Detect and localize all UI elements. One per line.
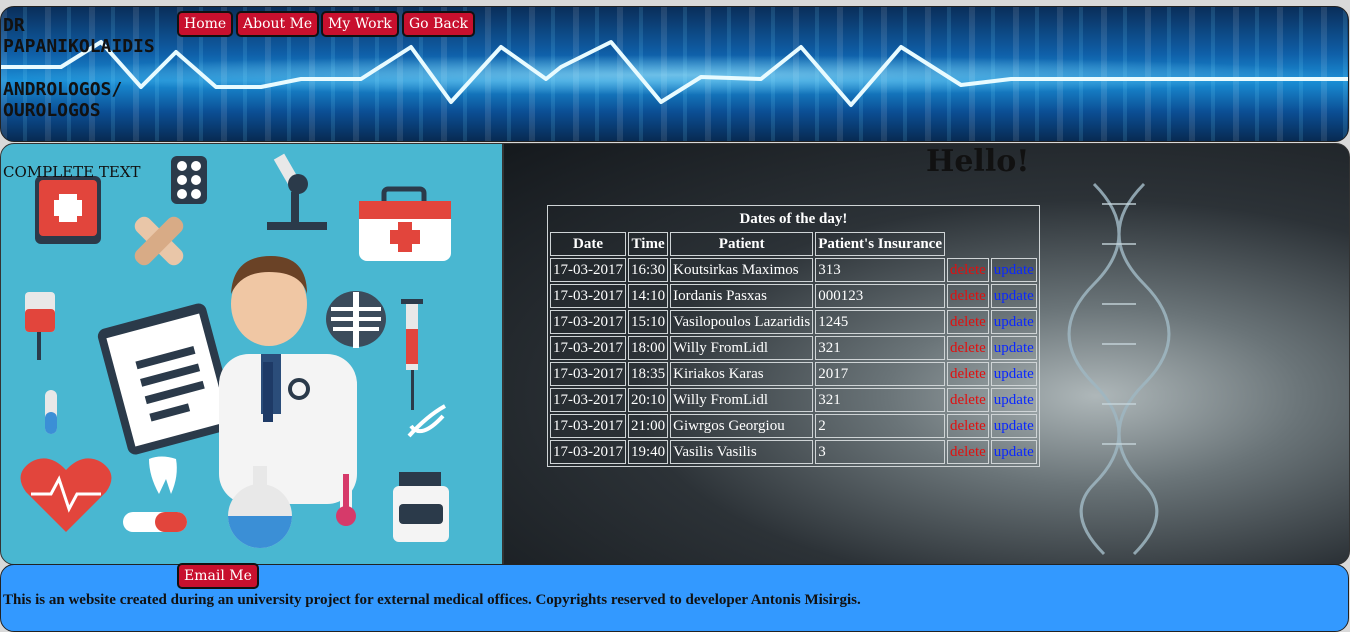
- illustration-caption: COMPLETE TEXT: [3, 163, 141, 181]
- table-row: 17-03-2017 14:10 Iordanis Pasxas 000123 …: [550, 284, 1037, 308]
- appointments-panel: Hello! Dates of the day! Date Time Patie…: [503, 143, 1350, 565]
- table-row: 17-03-2017 15:10 Vasilopoulos Lazaridis …: [550, 310, 1037, 334]
- row-date: 17-03-2017: [550, 258, 626, 282]
- row-patient: Koutsirkas Maximos: [670, 258, 814, 282]
- site-title: DR PAPANIKOLAIDIS ANDROLOGOS/ OUROLOGOS: [3, 15, 183, 121]
- site-title-name: DR PAPANIKOLAIDIS: [3, 15, 155, 57]
- row-patient: Willy FromLidl: [670, 388, 814, 412]
- iv-bag-icon: [25, 292, 55, 360]
- footer: Email Me This is an website created duri…: [0, 563, 1349, 632]
- row-time: 20:10: [628, 388, 669, 412]
- column-header-insurance: Patient's Insurance: [815, 232, 945, 256]
- update-link[interactable]: update: [990, 362, 1037, 386]
- row-time: 15:10: [628, 310, 669, 334]
- nav-home-button[interactable]: Home: [177, 11, 234, 37]
- syringe-icon: [401, 299, 423, 410]
- medical-illustration-panel: COMPLETE TEXT: [0, 143, 503, 565]
- pills-icon: [171, 156, 207, 204]
- column-header-time: Time: [628, 232, 669, 256]
- greeting-heading: Hello!: [926, 144, 1030, 179]
- heart-icon: [20, 458, 112, 532]
- update-link[interactable]: update: [990, 440, 1037, 464]
- row-patient: Willy FromLidl: [670, 336, 814, 360]
- row-time: 19:40: [628, 440, 669, 464]
- microscope-icon: [267, 153, 327, 230]
- bandage-icon: [134, 216, 184, 266]
- table-row: 17-03-2017 21:00 Giwrgos Georgiou 2 dele…: [550, 414, 1037, 438]
- tooth-icon: [149, 456, 177, 494]
- delete-link[interactable]: delete: [946, 336, 989, 360]
- nav-go-back-button[interactable]: Go Back: [402, 11, 476, 37]
- medicine-bottle-icon: [393, 472, 449, 542]
- nav-about-me-button[interactable]: About Me: [236, 11, 320, 37]
- row-date: 17-03-2017: [550, 414, 626, 438]
- delete-link[interactable]: delete: [946, 310, 989, 334]
- header-banner: DR PAPANIKOLAIDIS ANDROLOGOS/ OUROLOGOS …: [0, 6, 1349, 142]
- nav-my-work-button[interactable]: My Work: [321, 11, 399, 37]
- table-row: 17-03-2017 19:40 Vasilis Vasilis 3 delet…: [550, 440, 1037, 464]
- row-insurance: 321: [815, 388, 945, 412]
- update-link[interactable]: update: [990, 414, 1037, 438]
- column-header-actions-empty: [947, 232, 1037, 256]
- row-date: 17-03-2017: [550, 284, 626, 308]
- update-link[interactable]: update: [990, 388, 1037, 412]
- row-time: 16:30: [628, 258, 669, 282]
- row-date: 17-03-2017: [550, 310, 626, 334]
- table-row: 17-03-2017 16:30 Koutsirkas Maximos 313 …: [550, 258, 1037, 282]
- medical-illustration: [20, 153, 451, 548]
- table-header-row: Date Time Patient Patient's Insurance: [550, 232, 1037, 256]
- row-date: 17-03-2017: [550, 388, 626, 412]
- delete-link[interactable]: delete: [946, 258, 989, 282]
- capsule-icon: [123, 512, 187, 532]
- update-link[interactable]: update: [990, 284, 1037, 308]
- doctor-figure: [219, 256, 357, 504]
- appointments-table-caption: Dates of the day!: [739, 210, 848, 227]
- delete-link[interactable]: delete: [946, 388, 989, 412]
- site-title-specialty: ANDROLOGOS/ OUROLOGOS: [3, 79, 123, 121]
- row-patient: Kiriakos Karas: [670, 362, 814, 386]
- dna-icon: [407, 404, 446, 438]
- delete-link[interactable]: delete: [946, 362, 989, 386]
- row-patient: Vasilis Vasilis: [670, 440, 814, 464]
- column-header-date: Date: [550, 232, 626, 256]
- update-link[interactable]: update: [990, 310, 1037, 334]
- delete-link[interactable]: delete: [946, 284, 989, 308]
- table-row: 17-03-2017 20:10 Willy FromLidl 321 dele…: [550, 388, 1037, 412]
- delete-link[interactable]: delete: [946, 414, 989, 438]
- first-aid-kit-icon: [35, 176, 101, 244]
- medical-bag-icon: [359, 186, 451, 261]
- row-patient: Iordanis Pasxas: [670, 284, 814, 308]
- row-insurance: 1245: [815, 310, 945, 334]
- row-insurance: 3: [815, 440, 945, 464]
- email-me-button[interactable]: Email Me: [177, 563, 259, 589]
- row-time: 18:35: [628, 362, 669, 386]
- row-patient: Vasilopoulos Lazaridis: [670, 310, 814, 334]
- row-patient: Giwrgos Georgiou: [670, 414, 814, 438]
- footer-copyright-text: This is an website created during an uni…: [3, 592, 861, 608]
- row-date: 17-03-2017: [550, 336, 626, 360]
- delete-link[interactable]: delete: [946, 440, 989, 464]
- row-time: 14:10: [628, 284, 669, 308]
- table-row: 17-03-2017 18:35 Kiriakos Karas 2017 del…: [550, 362, 1037, 386]
- row-date: 17-03-2017: [550, 440, 626, 464]
- update-link[interactable]: update: [990, 336, 1037, 360]
- row-insurance: 321: [815, 336, 945, 360]
- row-insurance: 2017: [815, 362, 945, 386]
- row-time: 21:00: [628, 414, 669, 438]
- row-time: 18:00: [628, 336, 669, 360]
- column-header-patient: Patient: [670, 232, 814, 256]
- row-insurance: 313: [815, 258, 945, 282]
- row-date: 17-03-2017: [550, 362, 626, 386]
- ribcage-icon: [326, 291, 386, 348]
- appointments-table: Dates of the day! Date Time Patient Pati…: [547, 205, 1040, 467]
- row-insurance: 2: [815, 414, 945, 438]
- table-row: 17-03-2017 18:00 Willy FromLidl 321 dele…: [550, 336, 1037, 360]
- test-tube-icon: [45, 390, 57, 434]
- row-insurance: 000123: [815, 284, 945, 308]
- update-link[interactable]: update: [990, 258, 1037, 282]
- clipboard-icon: [97, 303, 237, 455]
